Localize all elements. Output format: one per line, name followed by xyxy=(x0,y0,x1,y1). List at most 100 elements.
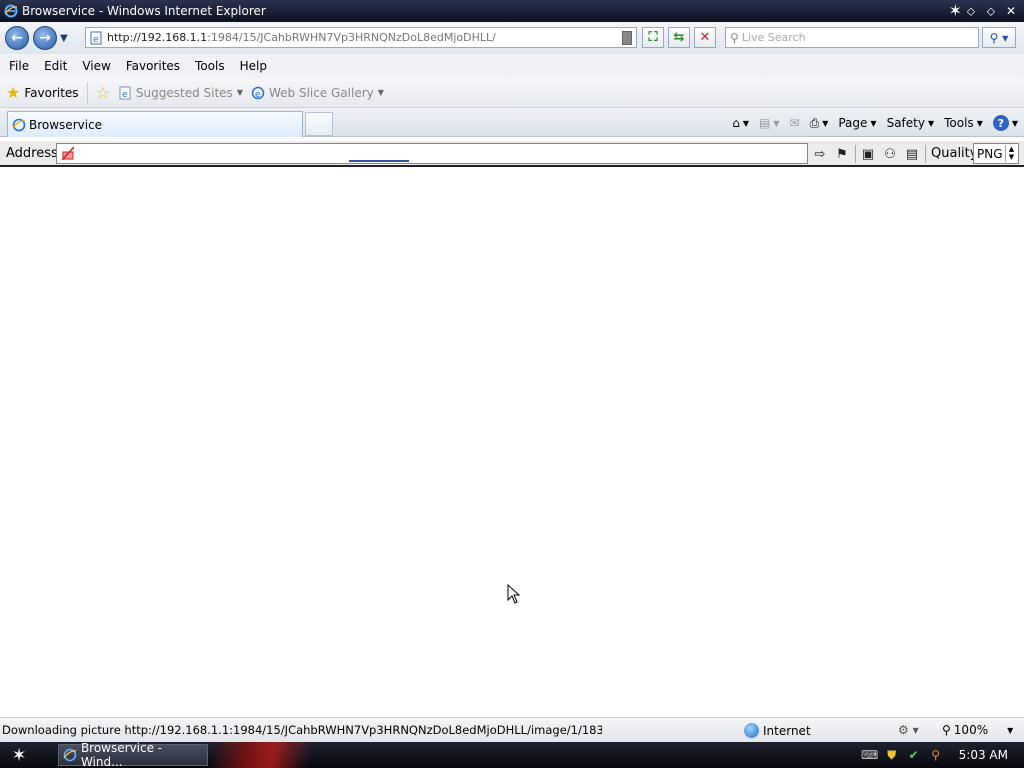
mail-icon: ✉ xyxy=(789,116,800,130)
forward-button[interactable]: → xyxy=(33,26,57,50)
zoom-icon: ⚲ xyxy=(942,723,951,737)
tab-strip: Browservice ⌂ ▼ ▤ ▼ ✉ ⎙ ▼ Page ▼ Safety ▼ Too… xyxy=(0,108,1024,137)
svg-text:e: e xyxy=(255,90,261,100)
search-button[interactable]: ⚲ ▾ xyxy=(982,27,1016,48)
bookmarks-list-icon[interactable]: ▣ xyxy=(858,144,878,164)
stop-button[interactable]: ✕ xyxy=(694,27,716,48)
ie-page-icon: e xyxy=(119,86,131,100)
favorites-label: Favorites xyxy=(24,85,79,100)
favorites-button[interactable]: ★ Favorites xyxy=(6,83,79,102)
menu-tools[interactable]: Tools xyxy=(189,59,231,73)
read-mail-button[interactable]: ✉ xyxy=(790,116,800,130)
menu-view[interactable]: View xyxy=(76,59,116,73)
taskbar: ✶ Browservice - Wind... ⌨ ⛊ ✔ ⚲ 5:03 AM xyxy=(0,741,1024,768)
keyboard-icon[interactable]: ⌨ xyxy=(861,748,878,762)
navigation-bar: ← → ▼ e http://192.168.1.1:1984/15/JCahb… xyxy=(0,22,1024,54)
ie-logo-icon xyxy=(4,4,18,18)
add-favorites-icon[interactable]: ☆ xyxy=(96,83,110,102)
ie-tab-icon xyxy=(12,118,26,131)
status-bar: Downloading picture http://192.168.1.1:1… xyxy=(0,717,1024,742)
ie-taskbar-icon xyxy=(63,748,77,762)
feeds-button[interactable]: ▤ ▼ xyxy=(759,116,780,130)
taskbar-item-label: Browservice - Wind... xyxy=(80,741,163,768)
command-bar: ⌂ ▼ ▤ ▼ ✉ ⎙ ▼ Page ▼ Safety ▼ Tools ▼ ? ▼ xyxy=(732,111,1018,135)
pin-star-icon[interactable]: ✶ xyxy=(949,1,962,20)
loading-progress-bar xyxy=(349,160,409,162)
search-placeholder: Live Search xyxy=(741,31,806,44)
web-slice-gallery-label: Web Slice Gallery xyxy=(268,85,374,100)
zone-label: Internet xyxy=(763,723,811,738)
page-icon: e xyxy=(90,31,102,45)
shield-icon[interactable]: ⛊ xyxy=(885,748,899,762)
status-text: Downloading picture http://192.168.1.1:1… xyxy=(2,723,602,737)
quality-label: Quality xyxy=(931,146,978,161)
mouse-cursor-icon xyxy=(507,584,521,604)
taskbar-item-browservice[interactable]: Browservice - Wind... xyxy=(58,741,208,768)
maximize-button[interactable]: ⬦ xyxy=(982,2,1000,20)
menu-file[interactable]: File xyxy=(3,59,35,73)
security-zone[interactable]: Internet xyxy=(744,723,811,738)
svg-text:e: e xyxy=(93,35,99,45)
ie-page-icon: e xyxy=(251,86,265,100)
search-field[interactable]: ⚲ Live Search xyxy=(725,27,979,48)
recent-pages-dropdown-icon[interactable]: ▼ xyxy=(60,33,68,44)
url-field[interactable]: e http://192.168.1.1:1984/15/JCahbRWHN7V… xyxy=(85,27,637,48)
find-binoculars-icon[interactable]: ⚇ xyxy=(880,144,900,164)
chevron-down-icon: ▼ xyxy=(1007,725,1014,735)
home-button[interactable]: ⌂ ▼ xyxy=(732,116,749,130)
chevron-down-icon: ▼ xyxy=(236,88,243,97)
bookmark-icon[interactable]: ⚑ xyxy=(832,144,852,164)
quality-value: PNG xyxy=(977,146,1003,161)
compatibility-view-icon[interactable] xyxy=(622,31,632,45)
taskbar-decoration xyxy=(200,742,320,768)
refresh-button[interactable]: ⇆ xyxy=(668,27,690,48)
divider xyxy=(86,81,88,104)
tab-label: Browservice xyxy=(29,117,103,132)
search-tray-icon[interactable]: ⚲ xyxy=(929,748,943,762)
globe-icon xyxy=(744,723,759,738)
help-icon: ? xyxy=(992,115,1009,131)
insecure-icon xyxy=(62,147,74,160)
page-menu-button[interactable]: Page ▼ xyxy=(838,116,876,130)
browservice-address-input[interactable] xyxy=(56,143,808,164)
protected-mode-icon[interactable]: ⚙ ▾ xyxy=(898,723,919,737)
start-button[interactable]: ✶ xyxy=(4,744,34,766)
quality-spinner[interactable]: ▲ ▼ xyxy=(1005,145,1017,162)
clock[interactable]: 5:03 AM xyxy=(959,748,1008,762)
help-button[interactable]: ? ▼ xyxy=(992,115,1018,131)
rss-check-icon[interactable]: ⛶ xyxy=(642,27,664,48)
zoom-value: 100% xyxy=(953,723,989,737)
minimize-button[interactable]: ⬦ xyxy=(962,2,980,20)
web-slice-gallery-link[interactable]: e Web Slice Gallery ▼ xyxy=(251,86,384,100)
tools-menu-button[interactable]: Tools ▼ xyxy=(944,116,983,130)
favorites-star-icon: ★ xyxy=(6,83,21,102)
menu-bar: File Edit View Favorites Tools Help xyxy=(0,54,1024,78)
window-title: Browservice - Windows Internet Explorer xyxy=(22,4,266,18)
printer-icon: ⎙ xyxy=(809,115,820,130)
url-text: http://192.168.1.1:1984/15/JCahbRWHN7Vp3… xyxy=(107,31,496,44)
go-button[interactable]: ⇨ xyxy=(810,144,830,164)
new-tab-button[interactable] xyxy=(305,112,333,136)
address-label: Address xyxy=(6,145,58,161)
favorites-bar: ★ Favorites ☆ e Suggested Sites ▼ e Web … xyxy=(0,78,1024,108)
menu-help[interactable]: Help xyxy=(234,59,273,73)
network-icon[interactable]: ✔ xyxy=(907,748,921,762)
system-tray: ⌨ ⛊ ✔ ⚲ 5:03 AM xyxy=(861,742,1024,768)
suggested-sites-label: Suggested Sites xyxy=(135,85,233,100)
menu-favorites[interactable]: Favorites xyxy=(120,59,186,73)
suggested-sites-link[interactable]: e Suggested Sites ▼ xyxy=(118,86,243,100)
quality-select[interactable]: PNG ▲ ▼ xyxy=(973,143,1019,164)
clipboard-icon[interactable]: ▤ xyxy=(902,144,922,164)
print-button[interactable]: ⎙ ▼ xyxy=(810,116,829,131)
page-content[interactable] xyxy=(1,169,1023,715)
menu-edit[interactable]: Edit xyxy=(38,59,73,73)
zoom-control[interactable]: ⚲ 100% ▼ xyxy=(942,723,1013,737)
close-button[interactable]: ✕ xyxy=(1002,2,1020,20)
back-button[interactable]: ← xyxy=(5,26,29,50)
search-icon: ⚲ xyxy=(730,30,739,45)
safety-menu-button[interactable]: Safety ▼ xyxy=(887,116,935,130)
divider xyxy=(925,145,926,163)
tab-browservice[interactable]: Browservice xyxy=(7,111,303,137)
divider xyxy=(855,145,856,163)
browservice-toolbar: Address ⇨ ⚑ ▣ ⚇ ▤ Quality PNG ▲ ▼ xyxy=(0,141,1024,167)
